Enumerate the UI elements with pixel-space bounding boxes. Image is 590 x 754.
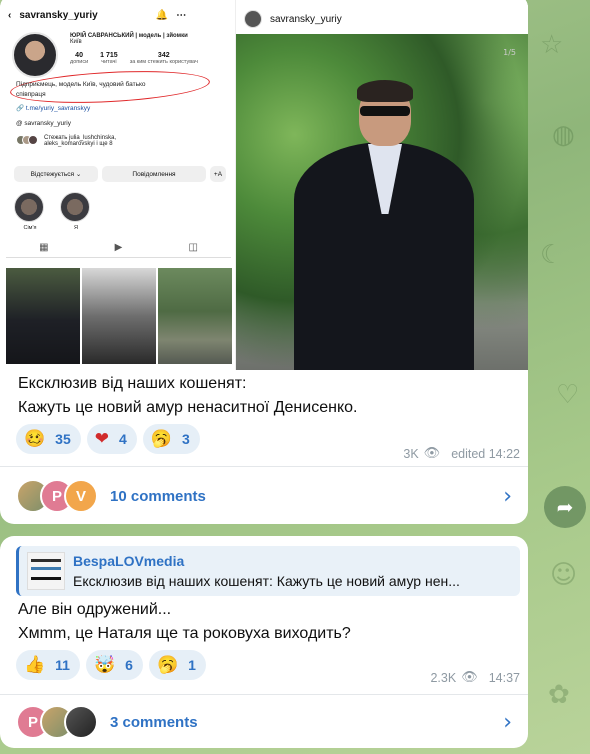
ig-bio: Підприємець, модель Київ, чудовий батько… xyxy=(16,81,146,98)
instagram-profile-screenshot[interactable]: ‹ savransky_yuriy 🔔 ⋯ ЮРІЙ САВРАНСЬКИЙ |… xyxy=(0,0,236,370)
bg-star-doodle: ☆ xyxy=(540,30,564,60)
reply-thumbnail xyxy=(27,552,65,590)
ig-highlights: Сім'я Я xyxy=(14,192,92,231)
reaction-woozy[interactable]: 🥴 35 xyxy=(16,424,81,454)
comments-link[interactable]: P 3 comments › xyxy=(16,702,516,742)
ig-grid-photo xyxy=(158,268,232,364)
yawning-face-icon: 🥱 xyxy=(150,429,172,449)
reaction-yawn[interactable]: 🥱 3 xyxy=(142,424,200,454)
eye-icon: 👁 xyxy=(461,670,478,685)
reply-quote[interactable]: BespaLOVmedia Ексклюзив від наших кошеня… xyxy=(16,546,520,596)
bg-moon-doodle: ☾ xyxy=(540,240,564,270)
thumbs-up-icon: 👍 xyxy=(24,655,46,675)
woozy-face-icon: 🥴 xyxy=(24,429,46,449)
yawning-face-icon: 🥱 xyxy=(156,655,179,675)
channel-post: BespaLOVmedia Ексклюзив від наших кошеня… xyxy=(0,536,528,748)
reaction-heart[interactable]: ❤ 4 xyxy=(86,424,137,454)
ig-highlight: Сім'я xyxy=(14,192,46,231)
exploding-head-icon: 🤯 xyxy=(93,655,116,675)
ig-avatar xyxy=(12,32,58,78)
divider xyxy=(0,694,528,695)
reactions-bar: 👍 11 🤯 6 🥱 1 xyxy=(16,650,206,680)
channel-post: ‹ savransky_yuriy 🔔 ⋯ ЮРІЙ САВРАНСЬКИЙ |… xyxy=(0,0,528,524)
commenter-avatar xyxy=(64,705,98,739)
ig-followed-by: Стежать julia_lushchinska, aleks_komarovs… xyxy=(16,135,116,147)
views-count: 3K xyxy=(403,446,419,461)
more-icon: ⋯ xyxy=(176,10,187,21)
post-time: 14:37 xyxy=(488,670,520,685)
views-count: 2.3K xyxy=(430,670,457,685)
share-arrow-icon: ➦ xyxy=(556,495,574,519)
instagram-photo-screenshot[interactable]: savransky_yuriy 1/5 xyxy=(236,0,528,370)
grid-icon: ▦ xyxy=(39,242,49,253)
photo-pager: 1/5 xyxy=(503,48,516,57)
link-icon: 🔗 xyxy=(16,105,26,112)
ig-header: ‹ savransky_yuriy 🔔 ⋯ xyxy=(8,10,186,21)
ig-username: savransky_yuriy xyxy=(19,10,98,21)
commenter-avatars: P V xyxy=(16,479,98,513)
edited-time: edited 14:22 xyxy=(451,446,520,461)
ig-stat-following: 342 за ким стежить користувач xyxy=(129,52,198,65)
ig-action-buttons: Відстежується ⌄ Повідомлення +A xyxy=(14,166,226,182)
reaction-thumbs-up[interactable]: 👍 11 xyxy=(16,650,80,680)
reply-author: BespaLOVmedia xyxy=(73,553,185,569)
comments-count-label: 10 comments xyxy=(110,487,206,505)
commenter-avatar: V xyxy=(64,479,98,513)
ig-grid-photo xyxy=(6,268,80,364)
bg-planet-doodle: ◍ xyxy=(552,120,575,150)
ig-following-button: Відстежується ⌄ xyxy=(14,166,98,182)
ig-highlight: Я xyxy=(60,192,92,231)
ig-post-avatar xyxy=(244,10,262,28)
chevron-right-icon: › xyxy=(503,710,512,735)
ig-add-user-button: +A xyxy=(210,166,226,182)
post-meta: 2.3K 👁 14:37 xyxy=(430,670,520,685)
divider xyxy=(0,466,528,467)
heart-icon: ❤ xyxy=(94,429,109,449)
back-arrow-icon: ‹ xyxy=(8,10,12,21)
reaction-exploding-head[interactable]: 🤯 6 xyxy=(85,650,143,680)
man-in-suit-photo: 1/5 xyxy=(236,34,528,370)
ig-stats: 40 дописи 1 715 читачі 342 за ким стежить к… xyxy=(70,52,198,65)
ig-message-button: Повідомлення xyxy=(102,166,206,182)
reply-snippet: Ексклюзив від наших кошенят: Кажуть це н… xyxy=(73,573,460,589)
comments-link[interactable]: P V 10 comments › xyxy=(16,476,516,516)
bg-flower-doodle: ✿ xyxy=(548,680,570,710)
ig-display-name: ЮРІЙ САВРАНСЬКИЙ | модель | зйомки Київ xyxy=(70,33,188,45)
tagged-icon: ◫ xyxy=(188,242,198,253)
share-button[interactable]: ➦ xyxy=(544,486,586,528)
reels-icon: ▶ xyxy=(114,242,123,253)
post-media-album[interactable]: ‹ savransky_yuriy 🔔 ⋯ ЮРІЙ САВРАНСЬКИЙ |… xyxy=(0,0,528,370)
post-text: Але він одружений... Хмmm, це Наталя ще … xyxy=(18,601,351,642)
ig-post-author: savransky_yuriy xyxy=(244,10,342,28)
ig-photo-grid xyxy=(6,268,232,364)
ig-grid-photo xyxy=(82,268,156,364)
ig-bio-link: 🔗 t.me/yuriy_savranskyy xyxy=(16,105,91,112)
commenter-avatars: P xyxy=(16,705,98,739)
reactions-bar: 🥴 35 ❤ 4 🥱 3 xyxy=(16,424,200,454)
ig-threads-handle: @ savransky_yuriy xyxy=(16,120,72,127)
post-text: Ексклюзив від наших кошенят: Кажуть це н… xyxy=(18,375,358,416)
comments-count-label: 3 comments xyxy=(110,713,198,731)
reaction-yawn[interactable]: 🥱 1 xyxy=(148,650,206,680)
ig-stat-followers: 1 715 читачі xyxy=(100,52,118,65)
bg-heart-doodle: ♡ xyxy=(556,380,580,410)
eye-icon: 👁 xyxy=(423,446,441,461)
bg-cat-doodle: ☺ xyxy=(550,560,578,590)
ig-tabs: ▦ ▶ ◫ xyxy=(6,242,231,258)
bell-icon: 🔔 xyxy=(155,10,169,21)
chevron-right-icon: › xyxy=(503,484,512,509)
ig-stat-posts: 40 дописи xyxy=(70,52,89,65)
post-meta: 3K 👁 edited 14:22 xyxy=(403,446,520,461)
